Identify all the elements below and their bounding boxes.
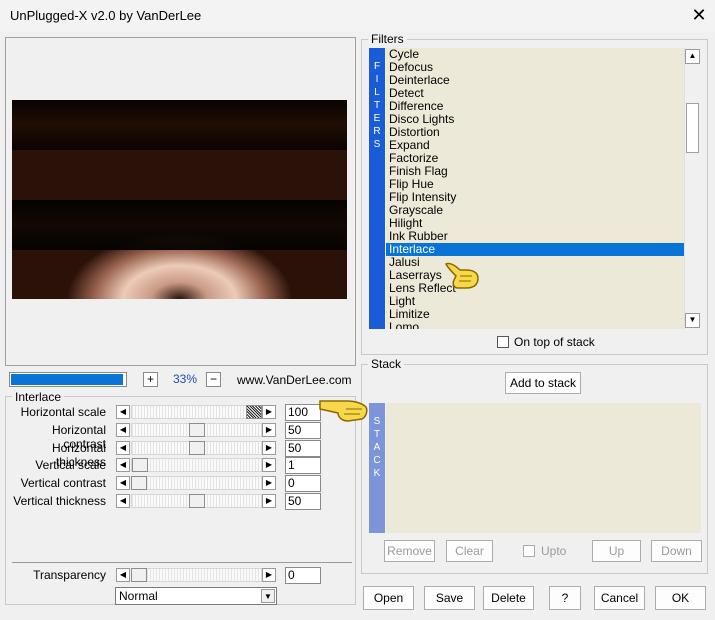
filters-strip: FILTERS (369, 48, 385, 329)
strip-letter: L (374, 87, 380, 98)
blend-mode-value: Normal (119, 589, 158, 603)
slider-left-arrow[interactable]: ◀ (116, 476, 130, 490)
up-button[interactable]: Up (592, 540, 641, 562)
slider-label: Vertical thickness (13, 494, 106, 508)
preview-image (12, 100, 347, 299)
slider-thumb[interactable] (131, 568, 147, 582)
filter-item[interactable]: Light (386, 295, 684, 308)
strip-letter: S (373, 416, 381, 427)
filter-item[interactable]: Deinterlace (386, 74, 684, 87)
slider-right-arrow[interactable]: ▶ (262, 458, 276, 472)
remove-button[interactable]: Remove (384, 540, 435, 562)
chevron-down-icon[interactable]: ▼ (261, 589, 275, 603)
filters-group-title: Filters (368, 32, 407, 46)
help-button[interactable]: ? (549, 586, 581, 610)
zoom-out-button[interactable]: − (206, 372, 221, 387)
slider-left-arrow[interactable]: ◀ (116, 568, 130, 582)
on-top-checkbox[interactable] (497, 336, 509, 348)
slider-thumb[interactable] (189, 441, 205, 455)
close-icon[interactable]: ✕ (688, 4, 710, 26)
ok-button[interactable]: OK (655, 586, 706, 610)
strip-letter: K (373, 468, 381, 479)
slider-right-arrow[interactable]: ▶ (262, 441, 276, 455)
filter-item[interactable]: Interlace (386, 243, 684, 256)
scroll-down-button[interactable]: ▼ (685, 313, 700, 328)
slider-right-arrow[interactable]: ▶ (262, 494, 276, 508)
strip-letter: T (373, 429, 381, 440)
slider-label: Horizontal scale (20, 405, 106, 419)
slider-thumb[interactable] (132, 458, 148, 472)
slider-left-arrow[interactable]: ◀ (116, 405, 130, 419)
slider-label: Vertical contrast (20, 476, 106, 490)
cancel-button[interactable]: Cancel (594, 586, 645, 610)
clear-button[interactable]: Clear (446, 540, 493, 562)
slider-right-arrow[interactable]: ▶ (262, 476, 276, 490)
stack-list[interactable] (386, 403, 701, 533)
progress-bar (9, 372, 127, 387)
slider-right-arrow[interactable]: ▶ (262, 405, 276, 419)
slider-value[interactable]: 100 (285, 404, 321, 421)
slider-label: Vertical scale (35, 458, 106, 472)
strip-letter: I (375, 74, 379, 85)
slider-right-arrow[interactable]: ▶ (262, 568, 276, 582)
strip-letter: E (373, 113, 381, 124)
slider-thumb[interactable] (131, 476, 147, 490)
filter-list-scrollbar[interactable] (684, 48, 701, 329)
zoom-level: 33% (172, 372, 198, 386)
slider-right-arrow[interactable]: ▶ (262, 423, 276, 437)
filter-list[interactable]: Cycle Defocus Deinterlace Detect Difference D… (386, 48, 684, 329)
strip-letter: F (373, 61, 381, 72)
progress-fill (11, 374, 123, 385)
slider-left-arrow[interactable]: ◀ (116, 458, 130, 472)
slider-value[interactable]: 50 (285, 440, 321, 457)
slider-left-arrow[interactable]: ◀ (116, 494, 130, 508)
stack-group-title: Stack (368, 357, 405, 371)
slider-left-arrow[interactable]: ◀ (116, 423, 130, 437)
divider (12, 562, 352, 563)
slider-value[interactable]: 50 (285, 422, 321, 439)
filter-item[interactable]: Lens Reflect (386, 282, 684, 295)
window-title: UnPlugged-X v2.0 by VanDerLee (10, 8, 202, 23)
slider-value[interactable]: 0 (285, 567, 321, 584)
zoom-in-button[interactable]: + (143, 372, 158, 387)
strip-letter: R (373, 126, 381, 137)
slider-track[interactable] (131, 476, 262, 490)
slider-value[interactable]: 1 (285, 457, 321, 474)
open-button[interactable]: Open (363, 586, 414, 610)
filter-item[interactable]: Limitize (386, 308, 684, 321)
slider-left-arrow[interactable]: ◀ (116, 441, 130, 455)
save-button[interactable]: Save (424, 586, 475, 610)
slider-value[interactable]: 50 (285, 493, 321, 510)
slider-thumb[interactable] (246, 405, 262, 419)
hand-pointer-icon (444, 258, 484, 294)
upto-checkbox[interactable] (523, 545, 535, 557)
strip-letter: C (373, 455, 381, 466)
interlace-group-title: Interlace (12, 390, 65, 404)
blend-mode-select[interactable]: Normal ▼ (115, 587, 277, 605)
scroll-thumb[interactable] (686, 103, 699, 153)
website-link[interactable]: www.VanDerLee.com (237, 373, 352, 387)
slider-label: Transparency (33, 568, 106, 582)
filter-item[interactable]: Distortion (386, 126, 684, 139)
hand-pointer-icon-2 (318, 397, 370, 425)
strip-letter: A (373, 442, 381, 453)
on-top-label: On top of stack (514, 335, 595, 349)
filter-item[interactable]: Lomo (386, 321, 684, 330)
delete-button[interactable]: Delete (483, 586, 534, 610)
slider-value[interactable]: 0 (285, 475, 321, 492)
filter-item[interactable]: Grayscale (386, 204, 684, 217)
slider-track[interactable] (131, 568, 262, 582)
down-button[interactable]: Down (651, 540, 702, 562)
upto-label: Upto (541, 544, 567, 558)
stack-strip: STACK (369, 403, 385, 533)
scroll-up-button[interactable]: ▲ (685, 49, 700, 64)
slider-track[interactable] (131, 458, 262, 472)
strip-letter: T (373, 100, 381, 111)
slider-thumb[interactable] (189, 423, 205, 437)
slider-track[interactable] (131, 405, 262, 419)
strip-letter: S (373, 139, 381, 150)
add-to-stack-button[interactable]: Add to stack (505, 372, 581, 394)
slider-thumb[interactable] (189, 494, 205, 508)
